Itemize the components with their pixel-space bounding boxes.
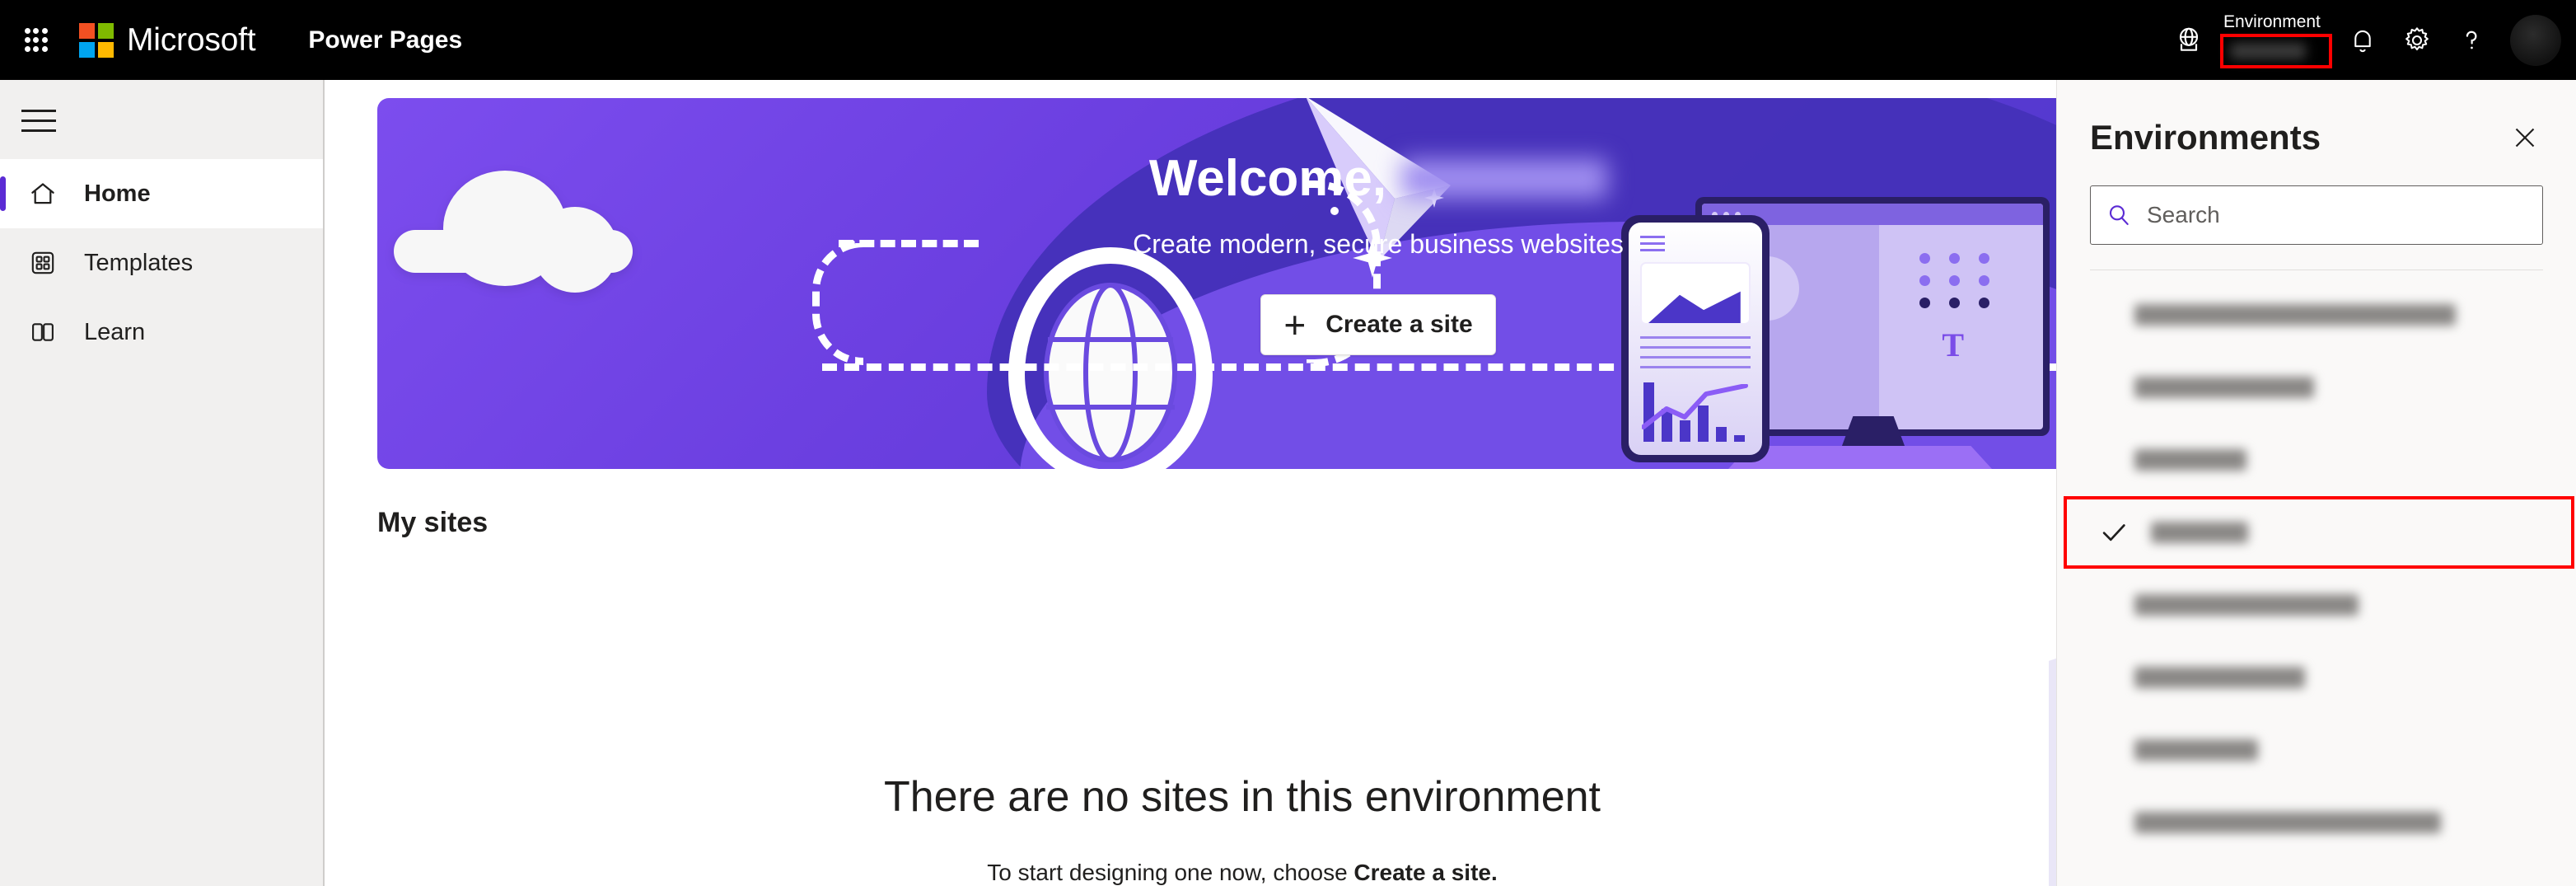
sidebar-item-learn-label: Learn [84,318,146,345]
environment-name-redacted [2134,739,2258,761]
environment-value-wrap[interactable] [2220,33,2332,68]
sidebar-item-home[interactable]: Home [0,159,323,228]
environments-panel-title: Environments [2090,118,2321,157]
environments-list [2057,279,2576,859]
microsoft-logo[interactable]: Microsoft [79,21,256,59]
power-pages-home-screen: Microsoft Power Pages Environment Home T… [0,0,2576,886]
sidebar-nav: Home Templates Learn [0,159,323,367]
cloud-illustration-left [394,171,641,293]
globe-environment-icon[interactable] [2166,17,2212,63]
sidebar-item-templates[interactable]: Templates [0,228,323,298]
hamburger-menu-icon[interactable] [21,90,82,151]
welcome-heading: Welcome, [719,149,2037,208]
environments-panel: Environments Search [2056,80,2576,886]
checkmark-icon [2090,517,2138,548]
empty-state: There are no sites in this environment T… [377,772,2107,886]
welcome-prefix: Welcome, [1148,150,1387,207]
notifications-bell-icon[interactable] [2335,13,2390,68]
environment-name-redacted [2134,377,2314,398]
sidebar-item-home-label: Home [84,180,151,207]
environment-list-item[interactable] [2057,424,2576,496]
create-a-site-label: Create a site [1325,311,1473,338]
environment-name-redacted [2134,594,2359,616]
environment-list-item-selected[interactable] [2057,496,2576,569]
book-icon [20,318,66,346]
environment-list-item[interactable] [2057,279,2576,351]
home-icon [20,179,66,209]
environments-search-box[interactable]: Search [2090,185,2543,245]
sidebar-item-learn[interactable]: Learn [0,298,323,367]
environment-name-redacted [2134,449,2246,471]
top-bar-actions: Environment [2166,0,2576,80]
banner-subtitle: Create modern, secure business websites [1133,229,1624,259]
environment-list-item[interactable] [2057,569,2576,641]
create-a-site-button[interactable]: + Create a site [1260,294,1496,355]
selected-environment-highlight-box [2064,496,2574,569]
environment-name-redacted [2134,667,2305,688]
environment-selector[interactable]: Environment [2220,0,2332,80]
microsoft-wordmark: Microsoft [127,21,256,58]
user-avatar[interactable] [2510,14,2561,66]
environment-name-redacted [2151,522,2248,543]
environment-label: Environment [2223,12,2321,31]
app-launcher-waffle-icon[interactable] [12,16,61,65]
environments-panel-header: Environments [2057,80,2576,157]
environment-name-redacted [2134,812,2441,833]
banner-text-block: Welcome, Create modern, secure business … [719,149,2037,355]
empty-state-title: There are no sites in this environment [884,773,1601,821]
welcome-username-redacted [1401,158,1608,199]
environment-list-item[interactable] [2057,714,2576,786]
top-navigation-bar: Microsoft Power Pages Environment [0,0,2576,80]
help-question-icon[interactable] [2444,13,2499,68]
templates-grid-icon [20,249,66,277]
phone-chart [1642,366,1749,442]
search-icon [2109,205,2129,226]
settings-gear-icon[interactable] [2390,13,2444,68]
environment-list-item[interactable] [2057,641,2576,714]
close-icon[interactable] [2505,118,2545,157]
empty-state-subtitle-bold: Create a site. [1353,860,1498,885]
app-title[interactable]: Power Pages [308,26,462,54]
environment-list-item[interactable] [2057,351,2576,424]
welcome-hero-banner: T Welcome, Create modern, secure busines… [377,98,2107,469]
sidebar-item-templates-label: Templates [84,249,194,276]
empty-state-subtitle-prefix: To start designing one now, choose [987,860,1354,885]
left-sidebar: Home Templates Learn [0,80,325,886]
empty-state-subtitle: To start designing one now, choose Creat… [377,860,2107,886]
environment-name-redacted [2134,304,2456,326]
microsoft-logo-icon [79,22,114,58]
environments-search-placeholder: Search [2147,202,2220,227]
environment-list-item[interactable] [2057,786,2576,859]
environment-highlight-box [2220,33,2332,68]
